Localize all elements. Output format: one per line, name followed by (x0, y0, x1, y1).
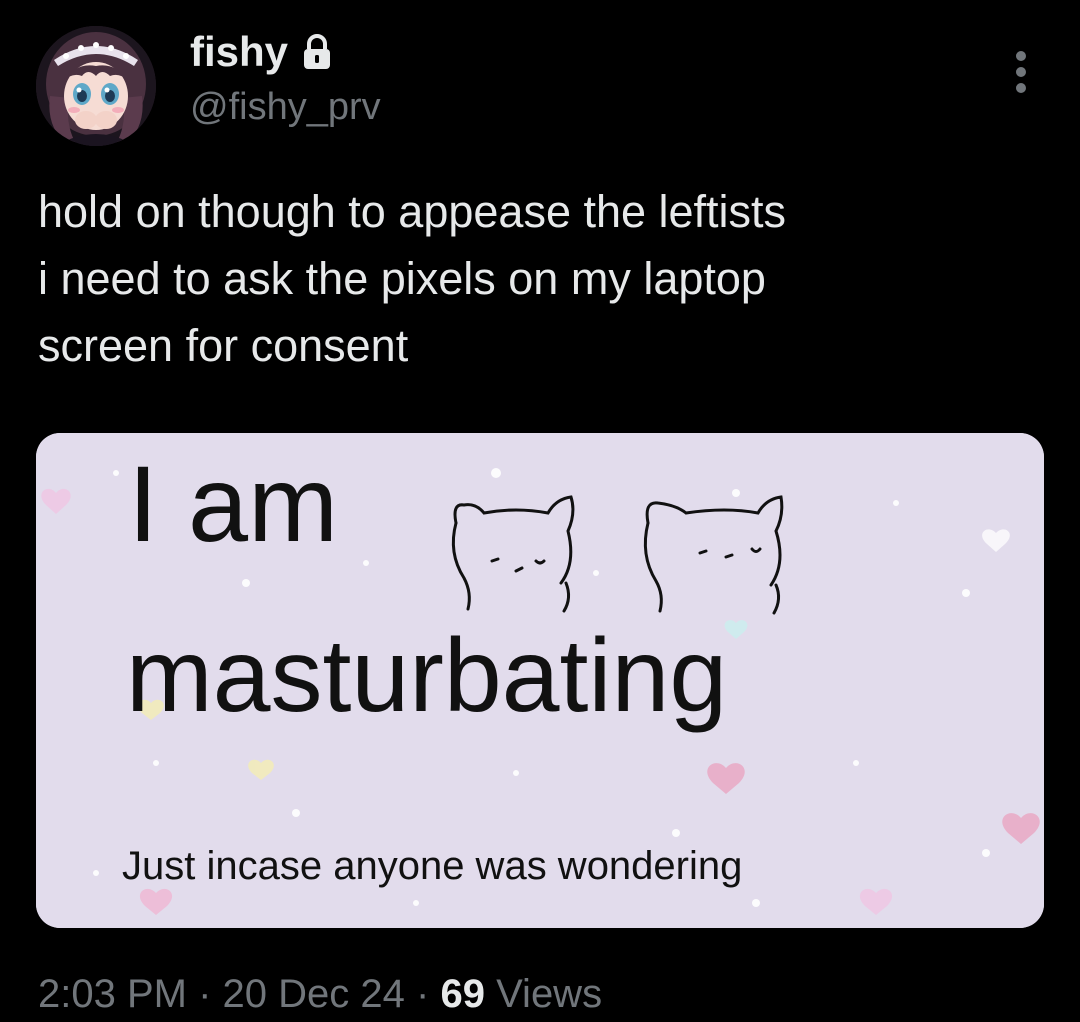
tweet-time[interactable]: 2:03 PM (38, 972, 187, 1016)
author-display-name-row[interactable]: fishy (190, 28, 334, 76)
meta-separator: · (416, 972, 430, 1016)
tweet-media-image[interactable]: I am masturbating Just incase anyone was… (36, 433, 1044, 928)
avatar[interactable] (36, 26, 156, 146)
meme-line-1: I am (128, 443, 338, 564)
meta-separator: · (198, 972, 212, 1016)
views-label[interactable]: Views (496, 972, 602, 1016)
tweet-text: hold on though to appease the leftists i… (38, 186, 787, 371)
meme-caption: Just incase anyone was wondering (122, 844, 742, 888)
tweet: fishy @fishy_prv hold on though to appea… (0, 0, 1080, 1022)
anime-avatar-icon (36, 26, 156, 146)
author-handle[interactable]: @fishy_prv (190, 86, 381, 129)
tweet-meta: 2:03 PM · 20 Dec 24 · 69 Views (38, 972, 602, 1017)
meme-line-2: masturbating (126, 618, 727, 734)
views-count[interactable]: 69 (440, 972, 485, 1016)
author-display-name[interactable]: fishy (190, 28, 288, 76)
more-vertical-icon[interactable] (1006, 48, 1036, 96)
tweet-date[interactable]: 20 Dec 24 (223, 972, 405, 1016)
meme-caption-text: Just incase anyone was wondering (122, 844, 742, 888)
lock-icon (300, 32, 334, 72)
